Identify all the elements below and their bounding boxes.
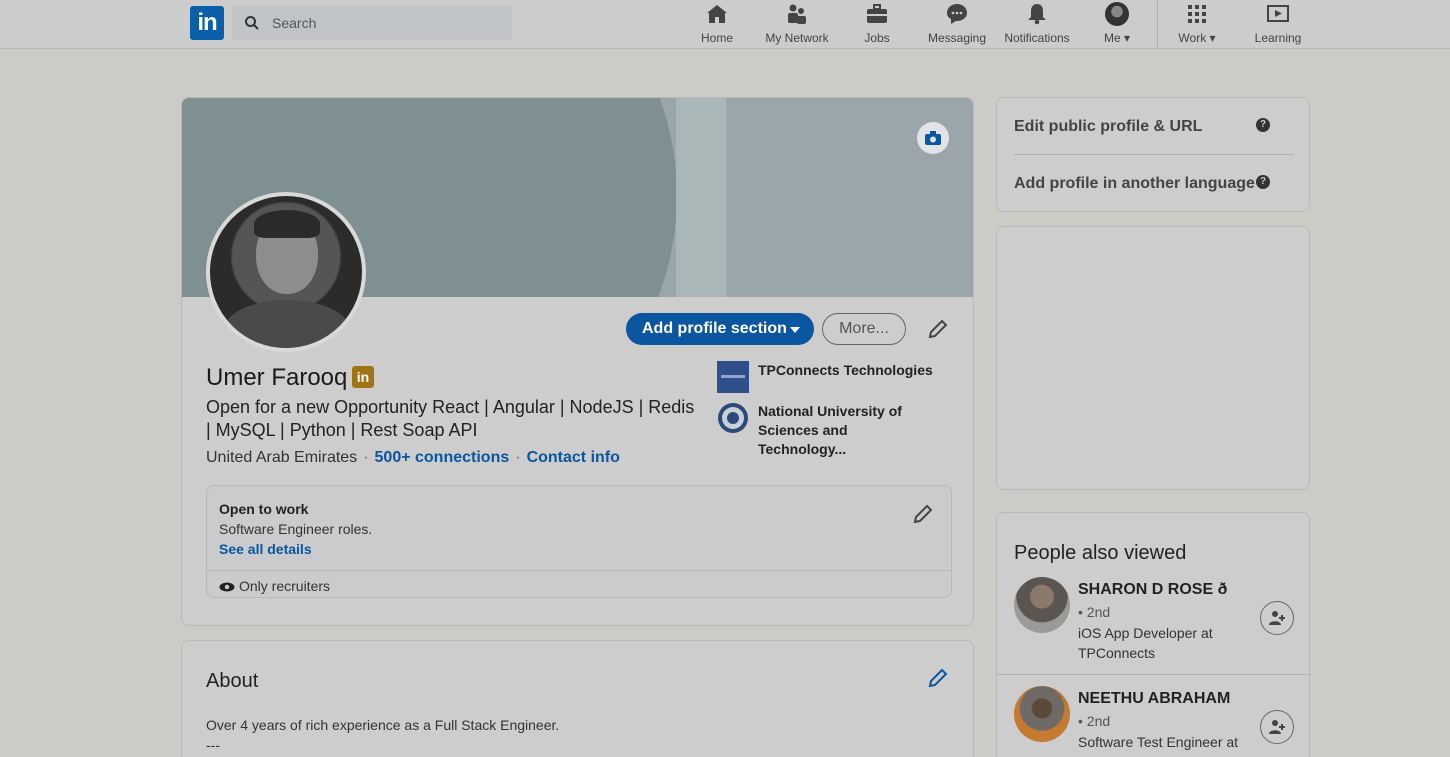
nav-jobs-label: Jobs bbox=[864, 31, 890, 45]
contact-info-link[interactable]: Contact info bbox=[527, 449, 620, 466]
nav-home-label: Home bbox=[700, 31, 733, 45]
person-role: iOS App Developer at TPConnects bbox=[1078, 625, 1213, 661]
photo-hair bbox=[254, 210, 320, 238]
edit-intro-pencil-icon[interactable] bbox=[927, 318, 949, 340]
nav-notifications-label: Notifications bbox=[1004, 31, 1070, 45]
org-name: National University of Sciences and Tech… bbox=[758, 403, 902, 457]
person-avatar bbox=[1014, 686, 1070, 742]
person-card[interactable]: SHARON D ROSE ð • 2nd iOS App Developer … bbox=[1014, 577, 1304, 677]
nav-me[interactable]: Me ▾ bbox=[1077, 2, 1157, 46]
network-icon bbox=[788, 4, 806, 24]
add-person-icon bbox=[1269, 720, 1285, 734]
person-role: Software Test Engineer at TPConnects bbox=[1078, 734, 1239, 757]
person-card[interactable]: NEETHU ABRAHAM • 2nd Software Test Engin… bbox=[1014, 686, 1304, 757]
person-avatar bbox=[1014, 577, 1070, 633]
camera-icon bbox=[925, 131, 941, 145]
help-icon[interactable]: ? bbox=[1256, 118, 1270, 132]
edit-banner-button[interactable] bbox=[917, 122, 949, 154]
nust-logo bbox=[718, 403, 748, 433]
open-to-work-subtitle: Software Engineer roles. bbox=[219, 521, 373, 537]
nav-learning-label: Learning bbox=[1254, 31, 1302, 45]
linkedin-badge-icon: in bbox=[352, 366, 374, 388]
help-icon[interactable]: ? bbox=[1256, 175, 1270, 189]
connect-button[interactable] bbox=[1260, 710, 1294, 744]
divider bbox=[207, 570, 951, 571]
briefcase-icon bbox=[867, 4, 887, 23]
location-line: United Arab Emirates · 500+ connections · Co… bbox=[206, 449, 620, 466]
grid-icon bbox=[1188, 5, 1206, 23]
edit-about-pencil-icon[interactable] bbox=[927, 667, 949, 689]
people-also-viewed-title: People also viewed bbox=[1014, 542, 1187, 564]
open-to-work-title: Open to work bbox=[219, 501, 309, 517]
banner-band bbox=[676, 98, 726, 297]
nav-learning[interactable]: Learning bbox=[1238, 2, 1318, 46]
profile-settings-card: Edit public profile & URL ? Add profile … bbox=[996, 97, 1310, 212]
profile-photo[interactable] bbox=[206, 192, 366, 352]
nav-messaging-label: Messaging bbox=[927, 31, 987, 45]
people-also-viewed-card: People also viewed SHARON D ROSE ð • 2nd… bbox=[996, 512, 1311, 757]
person-name[interactable]: NEETHU ABRAHAM bbox=[1078, 690, 1230, 708]
add-person-icon bbox=[1269, 611, 1285, 625]
avatar bbox=[1105, 2, 1129, 26]
nav-my-network-label: My Network bbox=[765, 31, 829, 45]
see-all-details-link[interactable]: See all details bbox=[219, 541, 312, 557]
person-degree: • 2nd bbox=[1078, 604, 1111, 620]
person-degree: • 2nd bbox=[1078, 713, 1111, 729]
divider bbox=[997, 674, 1311, 675]
nav-messaging[interactable]: Messaging bbox=[917, 2, 997, 46]
chevron-down-icon: ▾ bbox=[1123, 31, 1131, 45]
person-name[interactable]: SHARON D ROSE ð bbox=[1078, 581, 1227, 599]
search-input[interactable]: Search bbox=[232, 6, 512, 40]
add-profile-language-link[interactable]: Add profile in another language bbox=[1014, 175, 1255, 193]
nav-work-label: Work ▾ bbox=[1178, 31, 1216, 45]
photo-body bbox=[224, 300, 350, 348]
nav-my-network[interactable]: My Network bbox=[757, 2, 837, 46]
profile-location: United Arab Emirates bbox=[206, 449, 358, 466]
profile-headline: Open for a new Opportunity React | Angul… bbox=[206, 397, 695, 440]
profile-name: Umer Farooq bbox=[206, 364, 348, 391]
connections-link[interactable]: 500+ connections bbox=[375, 449, 510, 466]
chevron-down-icon bbox=[790, 327, 800, 333]
profile-card: Add profile section More... Umer Farooq … bbox=[181, 97, 974, 626]
home-icon bbox=[707, 5, 727, 23]
visibility-label: Only recruiters bbox=[219, 578, 330, 594]
nav-jobs[interactable]: Jobs bbox=[837, 2, 917, 46]
tpconnects-logo bbox=[717, 361, 749, 393]
about-text: Over 4 years of rich experience as a Ful… bbox=[206, 717, 560, 753]
open-to-work-box: Open to work Software Engineer roles. Se… bbox=[206, 485, 952, 598]
search-icon bbox=[245, 16, 259, 30]
edit-public-profile-link[interactable]: Edit public profile & URL bbox=[1014, 118, 1202, 136]
divider bbox=[1014, 154, 1294, 155]
messaging-icon bbox=[947, 4, 967, 24]
chevron-down-icon: ▾ bbox=[1209, 31, 1216, 45]
nav-notifications[interactable]: Notifications bbox=[997, 2, 1077, 46]
nav-work[interactable]: Work ▾ bbox=[1157, 2, 1237, 46]
about-card: About Over 4 years of rich experience as… bbox=[181, 640, 974, 757]
learning-icon bbox=[1267, 5, 1289, 22]
more-button[interactable]: More... bbox=[822, 313, 906, 345]
linkedin-logo[interactable]: in bbox=[190, 6, 224, 40]
add-profile-section-button[interactable]: Add profile section bbox=[626, 313, 814, 345]
nav-me-label: Me ▾ bbox=[1103, 31, 1131, 45]
edit-open-to-work-pencil-icon[interactable] bbox=[912, 503, 934, 525]
nav-home[interactable]: Home bbox=[677, 2, 757, 46]
about-title: About bbox=[206, 670, 259, 692]
org-name: TPConnects Technologies bbox=[758, 362, 933, 378]
ad-card bbox=[996, 226, 1310, 490]
search-placeholder: Search bbox=[272, 15, 317, 31]
eye-icon bbox=[219, 582, 235, 592]
bell-icon bbox=[1028, 4, 1046, 25]
top-navigation: in Search Home My Network Jobs Messaging… bbox=[0, 0, 1450, 49]
connect-button[interactable] bbox=[1260, 601, 1294, 635]
